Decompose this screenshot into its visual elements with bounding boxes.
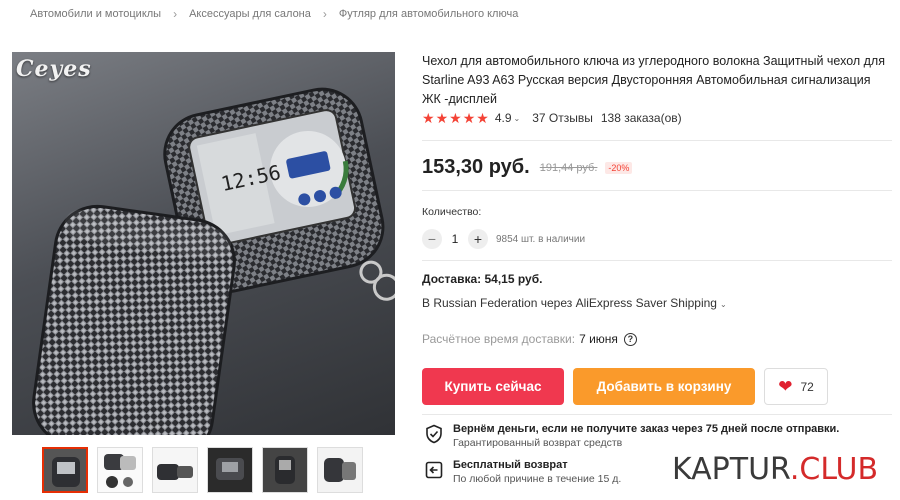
breadcrumb-item-auto[interactable]: Автомобили и мотоциклы <box>30 8 161 20</box>
rating-stars: ★ ★ ★ ★ ★ <box>422 111 489 125</box>
star-icon: ★ <box>422 110 435 126</box>
wishlist-count: 72 <box>800 379 814 394</box>
help-icon[interactable]: ? <box>623 332 637 346</box>
rating-value[interactable]: 4.9 <box>495 111 512 125</box>
product-photo: 12:56 <box>32 87 395 435</box>
quantity-plus-button[interactable]: + <box>468 229 488 249</box>
watermark-part1: KAPTUR <box>672 452 790 487</box>
breadcrumb-separator: › <box>173 7 178 21</box>
quantity-value[interactable]: 1 <box>442 232 468 246</box>
brand-logo: Ceyes <box>16 56 92 82</box>
thumbnail-2[interactable] <box>97 447 143 493</box>
watermark: KAPTUR.CLUB <box>672 452 878 487</box>
chevron-down-icon[interactable]: ⌄ <box>514 114 521 123</box>
breadcrumb-item-interior[interactable]: Аксессуары для салона <box>189 8 311 20</box>
stock-count: 9854 шт. в наличии <box>496 233 586 245</box>
delivery-method-selector[interactable]: В Russian Federation через AliExpress Sa… <box>422 296 727 310</box>
breadcrumb-item-key-case[interactable]: Футляр для автомобильного ключа <box>339 8 518 20</box>
thumbnail-4[interactable] <box>207 447 253 493</box>
delivery-method-label: В Russian Federation через AliExpress Sa… <box>422 296 717 310</box>
star-icon: ★ <box>449 110 462 126</box>
delivery-cost: Доставка: 54,15 руб. <box>422 272 543 286</box>
return-box-icon <box>425 461 443 479</box>
delivery-date: 7 июня <box>579 332 618 346</box>
discount-badge: -20% <box>605 161 633 174</box>
divider <box>422 414 892 415</box>
quantity-label: Количество: <box>422 206 482 218</box>
divider <box>422 260 892 261</box>
return-subtitle: По любой причине в течение 15 д. <box>453 473 622 485</box>
quantity-minus-button[interactable]: − <box>422 229 442 249</box>
current-price: 153,30 руб. <box>422 156 530 178</box>
quantity-stepper: − 1 + 9854 шт. в наличии <box>422 229 585 249</box>
old-price: 191,44 руб. <box>539 161 598 174</box>
watermark-part2: CLUB <box>799 452 879 487</box>
thumbnail-1[interactable] <box>42 447 88 493</box>
main-product-image[interactable]: 12:56 Ceyes <box>12 52 395 435</box>
divider <box>422 140 892 141</box>
chevron-down-icon: ⌄ <box>719 300 727 309</box>
divider <box>422 190 892 191</box>
price-row: 153,30 руб. 191,44 руб. -20% <box>422 156 633 179</box>
money-back-guarantee: Вернём деньги, если не получите заказ че… <box>424 422 839 450</box>
return-title: Бесплатный возврат <box>453 459 568 471</box>
star-icon: ★ <box>476 110 489 126</box>
guarantee-subtitle: Гарантированный возврат средств <box>453 437 623 449</box>
buy-now-button[interactable]: Купить сейчас <box>422 368 564 405</box>
add-to-cart-button[interactable]: Добавить в корзину <box>573 368 755 405</box>
reviews-link[interactable]: 37 Отзывы <box>532 111 593 125</box>
star-icon: ★ <box>435 110 449 126</box>
star-icon: ★ <box>462 110 476 126</box>
watermark-dot: . <box>789 452 800 487</box>
thumbnail-6[interactable] <box>317 447 363 493</box>
rating-row: ★ ★ ★ ★ ★ 4.9 ⌄ 37 Отзывы 138 заказа(ов) <box>422 111 682 125</box>
thumbnail-5[interactable] <box>262 447 308 493</box>
product-title: Чехол для автомобильного ключа из углеро… <box>422 54 885 106</box>
thumbnail-3[interactable] <box>152 447 198 493</box>
delivery-time-label: Расчётное время доставки: <box>422 332 576 346</box>
orders-count: 138 заказа(ов) <box>600 111 682 125</box>
heart-icon: ❤ <box>778 377 793 396</box>
guarantee-title: Вернём деньги, если не получите заказ че… <box>453 423 840 435</box>
thumbnail-strip <box>42 447 363 493</box>
wishlist-button[interactable]: ❤ 72 <box>764 368 828 405</box>
free-return: Бесплатный возврат По любой причине в те… <box>424 458 621 486</box>
breadcrumb-separator: › <box>322 7 327 21</box>
delivery-time: Расчётное время доставки: 7 июня ? <box>422 332 637 346</box>
shield-check-icon <box>426 424 442 444</box>
breadcrumb: Автомобили и мотоциклы › Аксессуары для … <box>30 6 518 22</box>
